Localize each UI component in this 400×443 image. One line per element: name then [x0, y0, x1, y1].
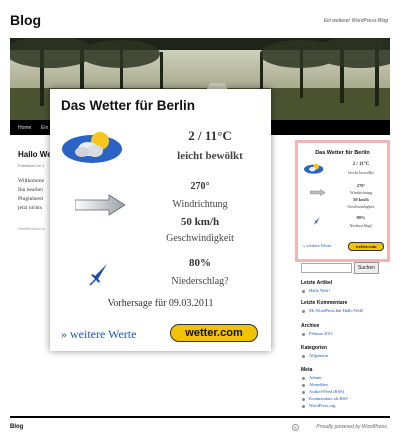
post-body-line: Ihn bearbei — [18, 187, 43, 193]
post-title[interactable]: Hallo We — [18, 150, 52, 159]
list-bullet — [302, 405, 305, 408]
list-bullet — [302, 398, 305, 401]
widget-wind-arrow-icon — [310, 189, 326, 196]
nav-item-ein[interactable]: Ein — [41, 125, 48, 131]
widget-condition: leicht bewölkt — [348, 170, 374, 175]
post-body-line: Willkomme — [18, 178, 45, 184]
widget-more-values-link[interactable]: » weitere Werte — [303, 243, 331, 248]
svg-text:W: W — [294, 425, 298, 430]
widget-precipitation-label: Niederschlag? — [349, 223, 373, 228]
meta-entries-feed-link[interactable]: Artikel-Feed (RSS) — [309, 389, 344, 394]
footer-site-title[interactable]: Blog — [10, 424, 23, 430]
comment-author-link[interactable]: Mr WordPress — [309, 308, 335, 313]
popup-precipitation: 80% — [189, 257, 211, 269]
meta-admin-link[interactable]: Admin — [309, 375, 322, 380]
site-description: Ein weiterer WordPress-Blog — [323, 18, 388, 24]
post-body-line: jetzt nichts — [18, 205, 42, 211]
recent-post-link[interactable]: Hallo Welt! — [309, 288, 330, 293]
popup-title: Das Wetter für Berlin — [61, 98, 196, 113]
list-bullet — [302, 391, 305, 394]
site-title[interactable]: Blog — [10, 12, 41, 28]
archive-heading: Archive — [301, 323, 320, 329]
list-bullet — [302, 384, 305, 387]
category-link[interactable]: Allgemein — [309, 353, 328, 358]
list-bullet — [302, 333, 305, 336]
categories-heading: Kategorien — [301, 345, 328, 351]
widget-wind-speed-label: Geschwindigkeit — [347, 204, 375, 209]
widget-partly-cloudy-icon — [304, 163, 324, 174]
widget-wind-direction-label: Windrichtung — [349, 190, 373, 195]
popup-condition: leicht bewölkt — [177, 150, 243, 162]
footer-powered-by[interactable]: Proudly powered by WordPress. — [316, 424, 388, 430]
meta-wordpress-link[interactable]: WordPress.org — [309, 403, 335, 408]
list-bullet — [302, 310, 305, 313]
list-bullet — [302, 290, 305, 293]
widget-title: Das Wetter für Berlin — [315, 150, 370, 156]
wind-arrow-icon — [75, 194, 126, 216]
partly-cloudy-icon — [62, 132, 122, 163]
search-input[interactable] — [301, 263, 352, 273]
widget-umbrella-icon — [313, 217, 320, 225]
meta-heading: Meta — [301, 367, 313, 373]
nav-item-home[interactable]: Home — [18, 125, 31, 131]
popup-wind-direction-label: Windrichtung — [172, 199, 228, 210]
wetter-com-logo[interactable]: wetter.com — [170, 324, 258, 342]
recent-comment-item: Mr WordPress bei Hallo Welt! — [309, 308, 364, 313]
widget-wetter-com-logo[interactable]: wetter.com — [348, 242, 384, 251]
meta-comments-feed-link[interactable]: Kommentare als RSS — [309, 396, 348, 401]
post-body-line: Pluginberei — [18, 196, 44, 202]
meta-logout-link[interactable]: Abmelden — [309, 382, 328, 387]
popup-temperature: 2 / 11°C — [188, 128, 232, 143]
recent-posts-heading: Letzte Artikel — [301, 280, 333, 286]
sidebar-weather-widget: Das Wetter für Berlin 2 / 11°C leicht be… — [295, 140, 390, 262]
popup-wind-speed-label: Geschwindigkeit — [166, 233, 234, 244]
comment-on-text: bei — [336, 308, 342, 313]
comment-post-link[interactable]: Hallo Welt! — [343, 308, 364, 313]
popup-precipitation-label: Niederschlag? — [171, 276, 229, 287]
widget-wind-speed: 50 km/h — [353, 197, 369, 202]
widget-wind-direction: 270° — [356, 183, 366, 188]
post-meta: Published on J — [18, 163, 45, 168]
list-bullet — [302, 355, 305, 358]
archive-link[interactable]: Februar 2011 — [309, 331, 333, 336]
popup-wind-direction: 270° — [190, 181, 210, 192]
footer-divider — [10, 416, 390, 418]
post-footer: Veröffentlicht in — [18, 226, 46, 231]
widget-precipitation: 80% — [356, 215, 366, 220]
wordpress-icon: W — [292, 424, 299, 431]
popup-wind-speed: 50 km/h — [180, 216, 220, 228]
widget-temperature: 2 / 11°C — [352, 162, 370, 167]
umbrella-icon — [89, 264, 107, 286]
list-bullet — [302, 377, 305, 380]
recent-comments-heading: Letzte Kommentare — [301, 300, 348, 306]
popup-forecast-date: Vorhersage für 09.03.2011 — [107, 298, 214, 309]
search-button[interactable]: Suchen — [354, 262, 379, 274]
weather-popup: Das Wetter für Berlin 2 / 11°C leicht be… — [50, 89, 271, 351]
popup-more-values-link[interactable]: » weitere Werte — [61, 327, 136, 342]
